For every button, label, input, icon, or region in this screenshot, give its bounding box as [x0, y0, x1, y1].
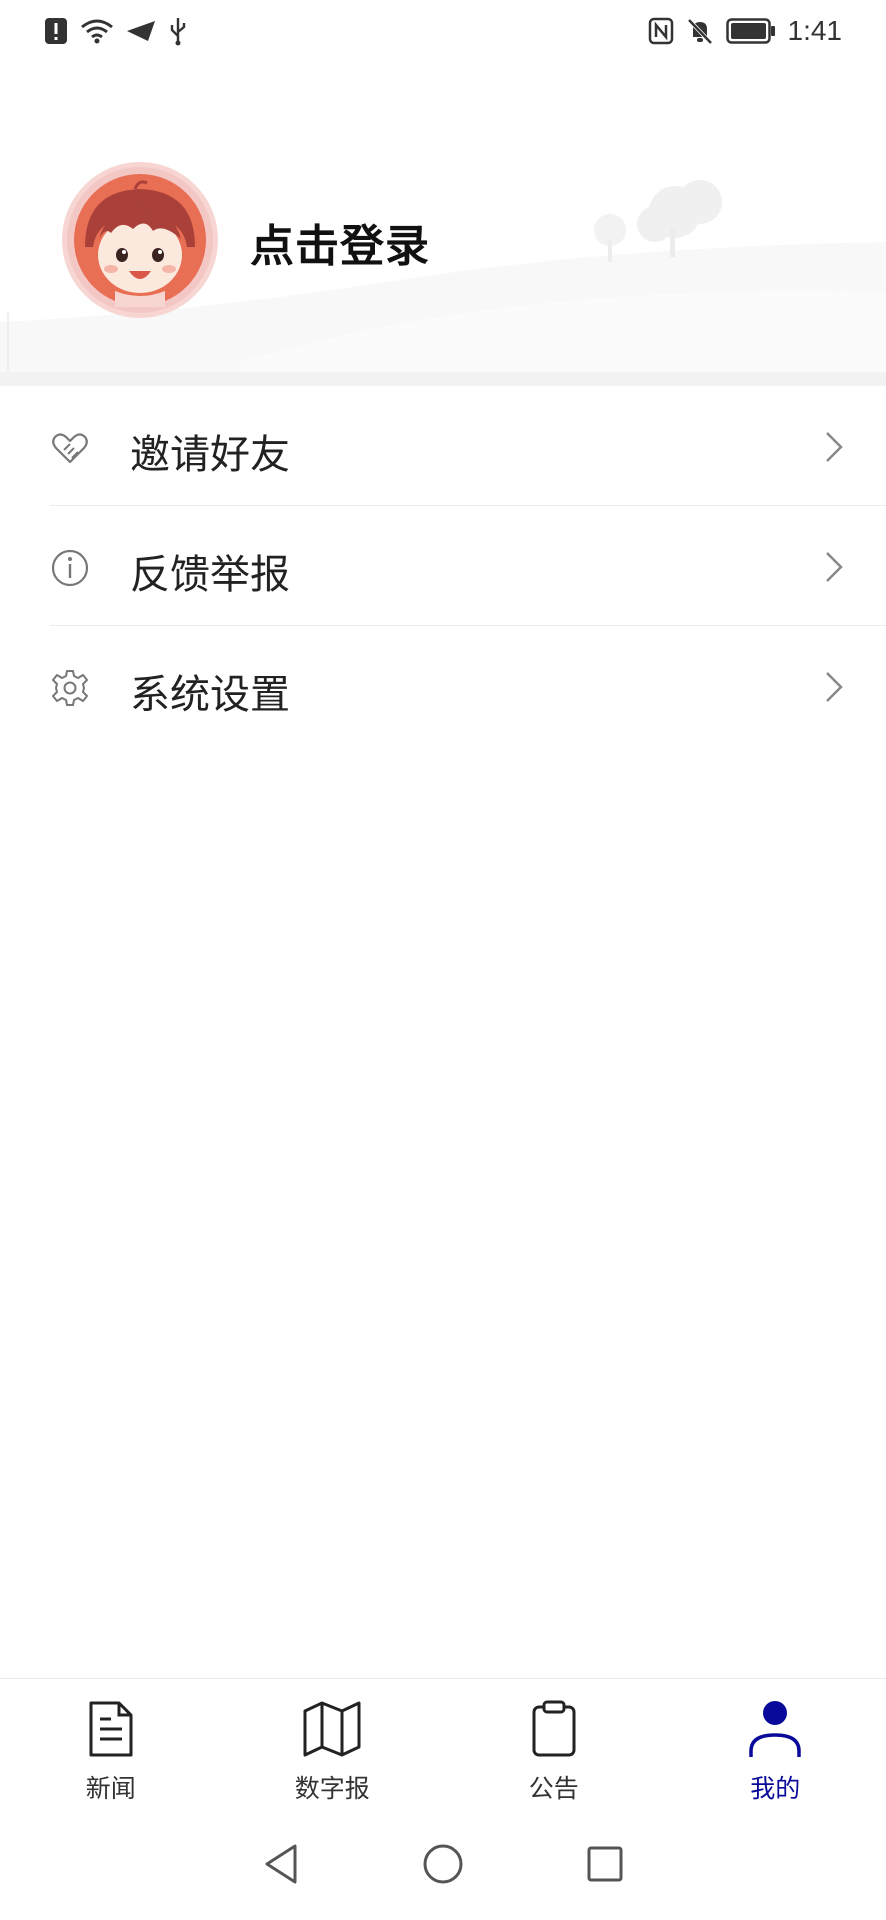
usb-icon — [168, 16, 188, 46]
back-icon[interactable] — [261, 1842, 301, 1886]
settings-menu: 邀请好友 反馈举报 系统设置 — [0, 386, 886, 746]
wifi-icon — [80, 17, 114, 45]
heart-hand-icon — [52, 433, 88, 464]
bottom-tab-bar: 新闻 数字报 公告 我的 — [0, 1678, 886, 1808]
avatar[interactable] — [62, 162, 218, 318]
tab-label: 数字报 — [294, 1774, 370, 1803]
login-prompt[interactable]: 点击登录 — [250, 210, 430, 274]
menu-item-label: 系统设置 — [130, 672, 290, 718]
clipboard-icon — [532, 1700, 576, 1757]
tab-label: 我的 — [750, 1774, 801, 1803]
tab-digital-newspaper[interactable]: 数字报 — [222, 1679, 444, 1808]
menu-item-label: 邀请好友 — [130, 432, 290, 478]
alert-icon — [44, 17, 68, 45]
tab-news[interactable]: 新闻 — [0, 1679, 222, 1808]
document-icon — [89, 1701, 133, 1757]
recents-icon[interactable] — [585, 1844, 625, 1884]
status-bar: 1:41 — [0, 0, 886, 62]
send-icon — [126, 19, 156, 43]
tab-label: 新闻 — [85, 1774, 136, 1803]
profile-header[interactable]: 点击登录 — [0, 62, 886, 372]
home-icon[interactable] — [421, 1842, 465, 1886]
info-icon — [51, 549, 89, 587]
menu-item-label: 反馈举报 — [130, 552, 290, 598]
tab-mine[interactable]: 我的 — [665, 1679, 886, 1808]
chevron-right-icon — [826, 672, 843, 702]
person-icon — [749, 1701, 801, 1757]
chevron-right-icon — [826, 432, 843, 462]
system-navigation-bar — [0, 1808, 886, 1920]
status-left-icons — [44, 16, 188, 46]
battery-icon — [725, 18, 776, 44]
status-right-icons: 1:41 — [648, 15, 843, 47]
clock: 1:41 — [787, 15, 843, 46]
menu-item-feedback-report[interactable]: 反馈举报 — [0, 506, 886, 626]
section-divider — [0, 372, 886, 386]
avatar-girl-icon — [67, 167, 213, 313]
tab-label: 公告 — [528, 1774, 579, 1803]
menu-item-invite-friends[interactable]: 邀请好友 — [0, 386, 886, 506]
menu-item-system-settings[interactable]: 系统设置 — [0, 626, 886, 746]
chevron-right-icon — [826, 552, 843, 582]
tab-announcements[interactable]: 公告 — [443, 1679, 665, 1808]
map-icon — [303, 1701, 361, 1757]
nfc-icon — [648, 17, 674, 45]
mute-bell-icon — [686, 17, 714, 45]
gear-icon — [52, 670, 88, 706]
